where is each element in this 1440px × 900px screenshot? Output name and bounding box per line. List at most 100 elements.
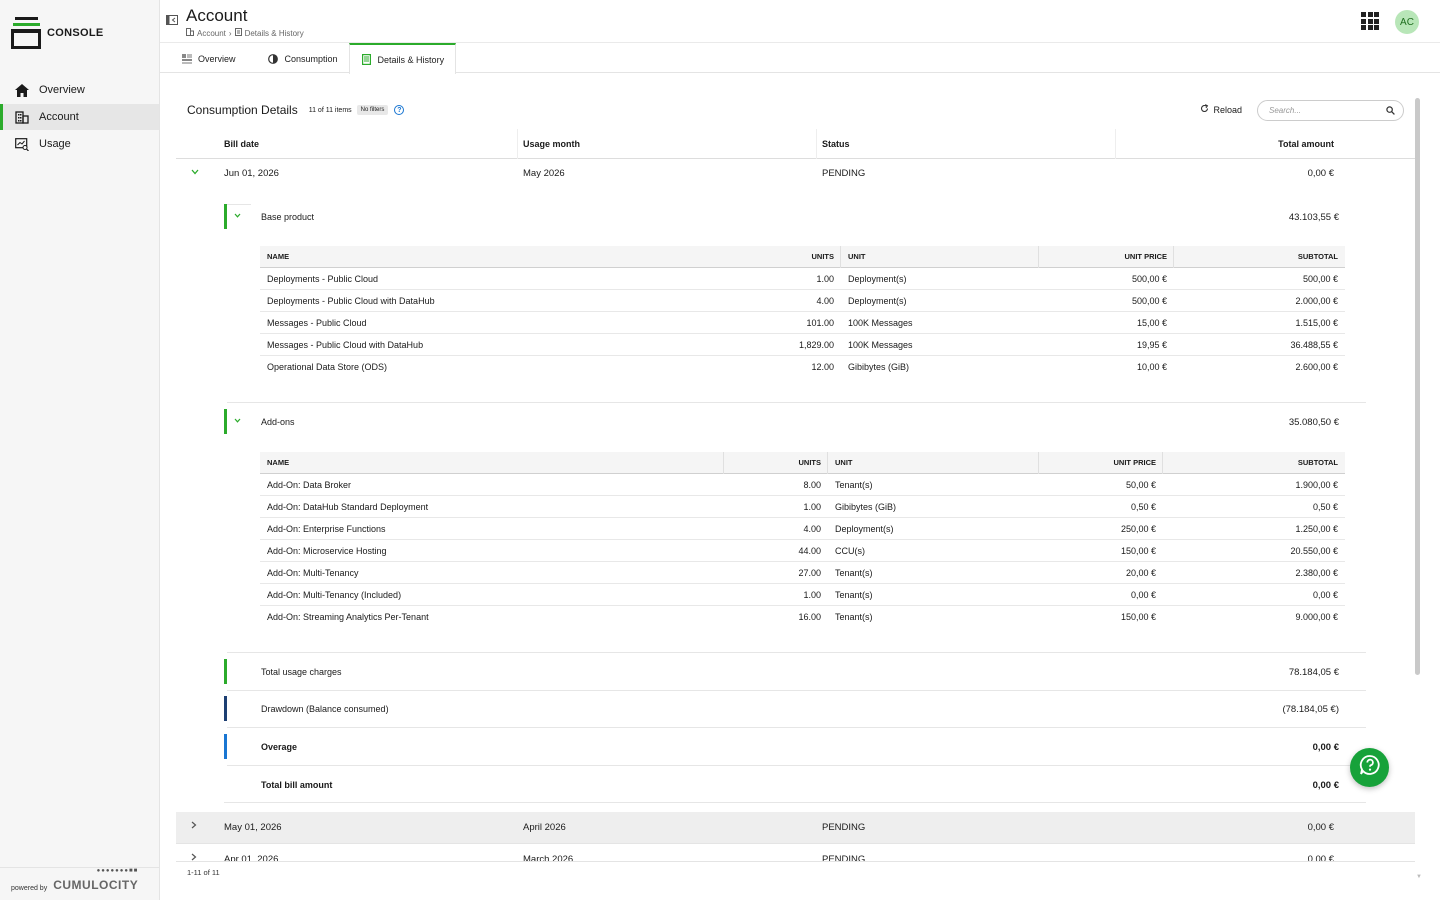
vertical-scrollbar[interactable] [1415,98,1420,675]
tab-overview[interactable]: Overview [160,43,247,73]
table-row: Add-On: Data Broker 8.00 Tenant(s) 50,00… [260,474,1345,496]
usage-month: April 2026 [523,822,566,833]
total-bill-row: Total bill amount 0,00 € [224,772,1366,798]
sidebar-item-label: Account [39,111,79,123]
pie-icon [268,54,279,65]
card-title: Consumption Details [187,103,298,117]
grid-icon [181,54,192,65]
sidebar-item-usage[interactable]: Usage [0,131,159,157]
chevron-right-icon[interactable] [191,821,197,832]
column-header-usage-month[interactable]: Usage month [523,139,580,149]
home-icon [14,82,30,98]
brand-dots: ●●●●●●●■■ [96,868,139,874]
sub-table-header: NAME UNITS UNIT UNIT PRICE SUBTOTAL [260,246,1345,268]
powered-by-label: powered by [11,885,48,892]
base-product-table: NAME UNITS UNIT UNIT PRICE SUBTOTAL Depl… [260,246,1345,378]
app-title: CONSOLE [47,27,104,39]
user-avatar[interactable]: AC [1395,10,1419,34]
total-amount: 0,00 € [1307,168,1334,179]
column-header-total-amount[interactable]: Total amount [1206,139,1334,149]
item-count: 11 of 11 items [308,106,352,114]
page-title: Account [186,6,248,25]
document-icon [234,28,242,38]
col-unit: UNIT [835,458,853,467]
table-row: Add-On: Microservice Hosting 44.00 CCU(s… [260,540,1345,562]
col-unit-price: UNIT PRICE [1124,252,1167,261]
help-icon[interactable]: ? [394,105,405,115]
sidebar-item-account[interactable]: Account [0,104,159,130]
collapse-sidebar-icon[interactable] [166,13,178,25]
table-row: Messages - Public Cloud with DataHub 1,8… [260,334,1345,356]
status-text: PENDING [822,822,866,833]
summary-amount: 78.184,05 € [1288,667,1339,678]
table-row: Add-On: DataHub Standard Deployment 1.00… [260,496,1345,518]
drawdown-row: Drawdown (Balance consumed) (78.184,05 €… [224,696,1366,722]
sidebar-item-overview[interactable]: Overview [0,77,159,103]
tab-details-history[interactable]: Details & History [348,43,457,74]
tab-label: Consumption [284,54,338,64]
addons-table: NAME UNITS UNIT UNIT PRICE SUBTOTAL Add-… [260,452,1345,628]
total-usage-row: Total usage charges 78.184,05 € [224,659,1366,685]
table-row: Add-On: Multi-Tenancy (Included) 1.00 Te… [260,584,1345,606]
powered-by: powered by ●●●●●●●■■ CUMULOCITY [11,868,139,892]
breadcrumb-item-account[interactable]: Account [197,29,226,38]
sidebar-nav: Overview Account Usage [0,77,159,158]
table-row: Add-On: Enterprise Functions 4.00 Deploy… [260,518,1345,540]
tab-bar: Overview Consumption Details & History [160,43,1440,74]
breadcrumb: Account › Details & History [186,28,304,38]
addons-section[interactable]: Add-ons 35.080,50 € [224,409,1366,435]
summary-amount: 0,00 € [1312,780,1339,791]
search-placeholder: Search... [1269,106,1302,115]
sidebar-item-label: Overview [39,84,85,96]
breadcrumb-separator-icon: › [228,28,232,38]
chevron-down-icon[interactable] [191,167,199,178]
help-bubble-icon [1359,754,1381,781]
section-amount: 43.103,55 € [1288,212,1339,223]
reload-button[interactable]: Reload [1200,104,1242,115]
chevron-down-icon[interactable] [234,415,241,425]
table-row: Messages - Public Cloud 101.00 100K Mess… [260,312,1345,334]
usage-icon [14,136,30,152]
column-header-status[interactable]: Status [822,139,850,149]
building-icon [186,28,194,38]
filters-badge: No filters [356,105,389,115]
tab-label: Details & History [377,54,445,65]
building-icon [14,109,30,125]
scroll-down-icon[interactable]: ▼ [1416,874,1422,880]
summary-label: Total usage charges [261,667,342,677]
chevron-down-icon[interactable] [234,210,241,220]
tab-consumption[interactable]: Consumption [247,43,349,73]
brand-name: CUMULOCITY [53,878,139,892]
table-row: Operational Data Store (ODS) 12.00 Gibib… [267,362,1338,372]
app-switcher-icon[interactable] [1361,12,1379,30]
sub-table-body: Add-On: Data Broker 8.00 Tenant(s) 50,00… [260,474,1345,628]
search-icon[interactable] [1386,106,1395,117]
page-header: Account Account › Details & History AC [160,0,1440,43]
table-row: Deployments - Public Cloud 1.00 Deployme… [260,268,1345,290]
consumption-details-card: Consumption Details 11 of 11 items No fi… [176,91,1415,884]
summary-label: Total bill amount [261,780,333,790]
search-input[interactable]: Search... [1257,100,1404,121]
bill-date: Jun 01, 2026 [224,168,279,179]
base-product-section[interactable]: Base product 43.103,55 € [224,204,1366,230]
tab-label: Overview [198,54,236,64]
column-header-bill-date[interactable]: Bill date [224,139,259,149]
status-text: PENDING [822,168,866,179]
summary-label: Drawdown (Balance consumed) [261,704,389,714]
divider [227,652,1366,653]
table-row[interactable]: Jun 01, 2026 May 2026 PENDING 0,00 € [176,159,1415,189]
breadcrumb-item-details[interactable]: Details & History [245,29,304,38]
col-units: UNITS [811,252,835,261]
usage-month: May 2026 [523,168,565,179]
table-header: Bill date Usage month Status Total amoun… [176,129,1415,159]
table-row[interactable]: May 01, 2026 April 2026 PENDING 0,00 € [176,812,1415,843]
help-chat-button[interactable] [1350,748,1389,787]
total-amount: 0,00 € [1307,822,1334,833]
section-label: Base product [261,212,315,222]
summary-amount: 0,00 € [1312,742,1339,753]
col-name: NAME [267,252,290,261]
brand-logo: ●●●●●●●■■ CUMULOCITY [53,868,139,892]
overage-row: Overage 0,00 € [224,734,1366,760]
app-logo[interactable]: CONSOLE [11,17,104,49]
table-row: Add-On: Multi-Tenancy 27.00 Tenant(s) 20… [260,562,1345,584]
